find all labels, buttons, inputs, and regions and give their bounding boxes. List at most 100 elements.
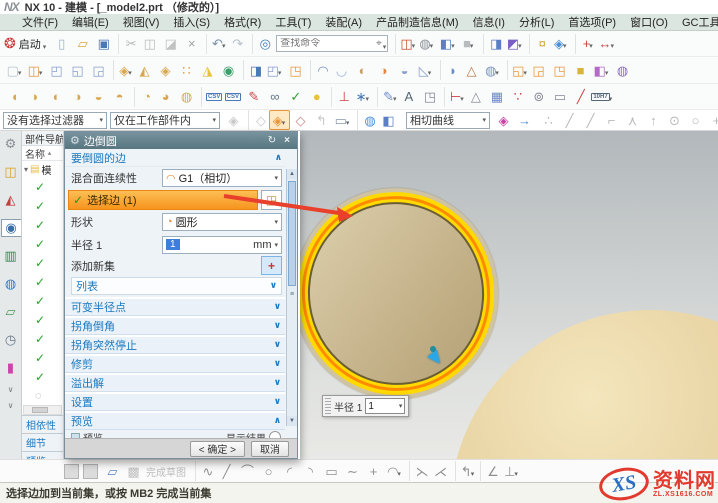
trim-body-icon[interactable]: ◒ — [394, 60, 415, 80]
reuse-library-icon[interactable]: ▥ — [2, 247, 20, 265]
menu-item[interactable]: 插入(S) — [167, 14, 216, 30]
menu-item[interactable]: 工具(T) — [269, 14, 317, 30]
face-blend-icon[interactable]: ◐ — [46, 87, 67, 107]
circle-icon[interactable]: ○ — [258, 461, 279, 481]
brush-icon[interactable]: ╱ — [570, 87, 591, 107]
edge-blend-icon[interactable]: ◖ — [4, 87, 25, 107]
edges-to-blend-header[interactable]: 要倒圆的边 ∧ — [65, 149, 285, 167]
open-icon[interactable]: ▱ — [72, 34, 93, 54]
feature-tree-row[interactable]: ✓ — [22, 348, 63, 367]
soft-blend-icon[interactable]: ◓ — [109, 87, 130, 107]
ring-top-face[interactable] — [300, 193, 494, 394]
checkbox-checked-icon[interactable]: ✓ — [35, 199, 45, 213]
snap-existing-point-icon[interactable]: ○ — [685, 110, 706, 130]
rendering-style-icon[interactable]: ◍▾ — [416, 34, 437, 54]
measure-icon[interactable]: +▾ — [575, 34, 596, 54]
triangle-icon[interactable]: △ — [465, 87, 486, 107]
import-csv-icon[interactable]: CSV — [222, 87, 243, 107]
background-icon[interactable]: ■▾ — [458, 34, 479, 54]
radius-input[interactable]: 1 mm ▾ — [162, 236, 282, 254]
show-hide-icon[interactable]: ◈▾ — [550, 34, 571, 54]
highlight-select-icon[interactable]: ◈▾ — [269, 110, 290, 130]
name-column-header[interactable]: 名称 ▴ — [22, 146, 63, 161]
boolean-tool-icon[interactable]: ◧▾ — [591, 60, 612, 80]
solid-cube-icon[interactable]: ◧ — [378, 110, 399, 130]
tolerance-icon[interactable]: 10H7▾ — [591, 87, 613, 107]
horizontal-scrollbar[interactable] — [23, 405, 62, 415]
measure-hand-icon[interactable]: ⊢▾ — [444, 87, 465, 107]
chevron-down-icon[interactable]: ▾ — [274, 241, 278, 249]
roles-gear-icon[interactable]: ⚙ — [2, 135, 20, 153]
dialog-scrollbar[interactable]: ▲ ≡ ▼ — [286, 169, 297, 426]
dialog-section-header[interactable]: 拐角突然停止 ∨ — [65, 335, 285, 354]
sew-icon[interactable]: ◨ — [243, 60, 264, 80]
menu-item[interactable]: 视图(V) — [117, 14, 166, 30]
undo-icon[interactable]: ↶▾ — [206, 34, 227, 54]
point-plus-icon[interactable]: ∵ — [507, 87, 528, 107]
menu-item[interactable]: 首选项(P) — [562, 14, 622, 30]
feature-tree-row[interactable]: ✓ — [22, 310, 63, 329]
snap-point-icon[interactable]: ∴ — [538, 110, 559, 130]
arc-3pt-icon[interactable]: ◝ — [300, 461, 321, 481]
edge-blend-dialog[interactable]: ⚙ 边倒圆 ↻ × 要倒圆的边 ∧ 混合面连续性 ◠ G1（相切） ▾ ✓ — [64, 131, 298, 459]
scrollbar-thumb[interactable] — [32, 407, 48, 413]
geometric-constraint-icon[interactable]: ∠ — [480, 461, 501, 481]
feature-tree-row[interactable]: ✓ — [22, 329, 63, 348]
checkbox-checked-icon[interactable]: ✓ — [35, 332, 45, 346]
follow-fillet-icon[interactable]: → — [514, 110, 535, 130]
chevron-down-icon[interactable]: ▾ — [274, 174, 278, 182]
line-icon[interactable]: ╱ — [216, 461, 237, 481]
redo-icon[interactable]: ↷ — [227, 34, 248, 54]
sketch-task-icon[interactable]: ▱ — [102, 461, 123, 481]
menu-item[interactable]: 格式(R) — [218, 14, 267, 30]
assembly-navigator-icon[interactable]: ◫ — [2, 163, 20, 181]
studio-spline-icon[interactable]: ∼ — [342, 461, 363, 481]
part-navigator-icon[interactable]: ◉ — [1, 219, 21, 237]
list-section-header[interactable]: 列表 ∨ — [71, 277, 282, 295]
profile-icon[interactable]: ∿ — [195, 461, 216, 481]
navigator-section[interactable]: 相依性 — [22, 415, 63, 433]
panel-button[interactable] — [83, 464, 98, 479]
check-mate-icon[interactable]: ✓ — [285, 87, 306, 107]
shell-icon[interactable]: ◺▾ — [415, 60, 436, 80]
checkbox-checked-icon[interactable]: ✓ — [35, 218, 45, 232]
join-icon[interactable]: ◉ — [218, 60, 239, 80]
trim-icon[interactable]: ◍ — [612, 60, 633, 80]
snap-intersection-icon[interactable]: ⋏ — [622, 110, 643, 130]
snap-point-on-curve-icon[interactable]: + — [706, 110, 718, 130]
point-set-icon[interactable]: ∗▾ — [352, 87, 373, 107]
binoculars-icon[interactable]: ∞ — [264, 87, 285, 107]
table-icon[interactable]: ▦ — [486, 87, 507, 107]
model-history-node[interactable]: ▾ ▤ 模 — [22, 161, 63, 177]
start-menu-button[interactable]: ❂ 启动 ▾ — [4, 35, 47, 52]
swept-icon[interactable]: ◠ — [310, 60, 331, 80]
feature-tree-row[interactable]: ✓ — [22, 367, 63, 386]
chevron-down-icon[interactable]: ∨ — [8, 403, 14, 409]
deselect-icon[interactable]: ◇ — [290, 110, 311, 130]
emboss-icon[interactable]: ◭ — [134, 60, 155, 80]
annotation-icon[interactable]: A — [398, 87, 419, 107]
point-icon[interactable]: + — [363, 461, 384, 481]
body-select-button[interactable]: ◳ — [261, 190, 282, 210]
dialog-section-header[interactable]: 拐角倒角 ∨ — [65, 316, 285, 335]
preview-checkbox[interactable] — [71, 433, 80, 438]
radius-value-field[interactable]: 1 ▾ — [365, 398, 405, 414]
menu-item[interactable]: 产品制造信息(M) — [370, 14, 465, 30]
cancel-button[interactable]: 取消 — [251, 441, 289, 457]
chevron-down-icon[interactable]: ∨ — [274, 339, 281, 350]
history-icon[interactable]: ◷ — [2, 331, 20, 349]
circles-icon[interactable]: ⊚ — [528, 87, 549, 107]
drag-grip-icon[interactable] — [325, 398, 331, 414]
panel-button[interactable] — [64, 464, 79, 479]
cone-icon[interactable]: ◱ — [67, 60, 88, 80]
chevron-down-icon[interactable]: ∨ — [274, 396, 281, 407]
checkbox-checked-icon[interactable]: ✓ — [35, 370, 45, 384]
datum-plane-icon[interactable]: ▢▾ — [4, 60, 25, 80]
stamp-tool-icon[interactable]: ◳ — [419, 87, 440, 107]
preview-section-header[interactable]: 预览 ∧ — [65, 411, 285, 430]
radius-value-selected[interactable]: 1 — [166, 239, 180, 250]
dialog-section-header[interactable]: 溢出解 ∨ — [65, 373, 285, 392]
blend-ring-part[interactable] — [300, 175, 512, 412]
snap-midpoint-icon[interactable]: ╱ — [580, 110, 601, 130]
dialog-section-header[interactable]: 可变半径点 ∨ — [65, 297, 285, 316]
